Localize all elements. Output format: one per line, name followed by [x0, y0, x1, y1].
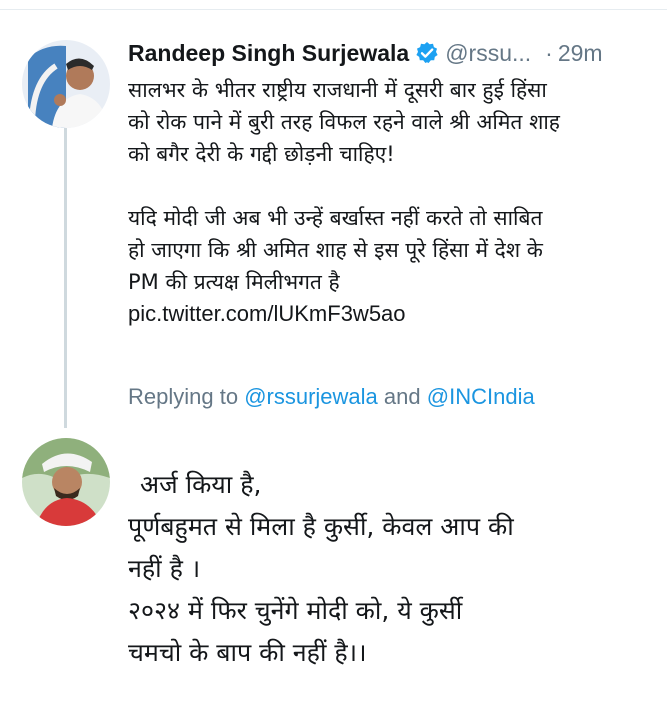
separator-dot: · [545, 39, 553, 66]
replying-prefix: Replying to [128, 384, 239, 409]
reply-body-line: अर्ज किया है, [140, 470, 262, 499]
thread-connector-line [64, 128, 67, 428]
top-divider [0, 0, 667, 10]
reply-body-line: पूर्णबहुमत से मिला है कुर्सी, केवल आप की [128, 512, 514, 541]
mention-link-incindia[interactable]: @INCIndia [427, 384, 535, 409]
reply-body-line: चमचो के बाप की नहीं है।। [128, 638, 367, 667]
tweet-body-line: यदि मोदी जी अब भी उन्हें बर्खास्त नहीं क… [128, 206, 543, 230]
original-tweet[interactable]: Randeep Singh Surjewala @rssu... · 29m स… [0, 10, 667, 430]
pic-link[interactable]: pic.twitter.com/lUKmF3w5ao [128, 298, 658, 330]
tweet-header: Randeep Singh Surjewala @rssu... · 29m [128, 38, 658, 68]
replying-conjunction: and [383, 384, 421, 409]
author-handle[interactable]: @rssu... [445, 40, 531, 67]
reply-tweet[interactable]: अर्ज किया है, पूर्णबहुमत से मिला है कुर्… [0, 430, 667, 720]
tweet-content: Randeep Singh Surjewala @rssu... · 29m स… [128, 38, 658, 330]
reply-body-line: २०२४ में फिर चुनेंगे मोदी को, ये कुर्सी [128, 596, 463, 625]
tweet-body-line: को बगैर देरी के गद्दी छोड़नी चाहिए! [128, 142, 395, 166]
tweet-body: सालभर के भीतर राष्ट्रीय राजधानी में दूसर… [128, 74, 658, 330]
replying-to-line: Replying to @rssurjewala and @INCIndia [128, 384, 535, 410]
reply-body: अर्ज किया है, पूर्णबहुमत से मिला है कुर्… [128, 464, 648, 674]
reply-author-avatar[interactable] [22, 438, 110, 526]
author-avatar[interactable] [22, 40, 110, 128]
tweet-body-line: सालभर के भीतर राष्ट्रीय राजधानी में दूसर… [128, 78, 547, 102]
mention-link-rssurjewala[interactable]: @rssurjewala [244, 384, 378, 409]
tweet-timestamp[interactable]: 29m [558, 40, 603, 67]
tweet-body-line: को रोक पाने में बुरी तरह विफल रहने वाले … [128, 110, 560, 134]
reply-body-line: नहीं है । [128, 554, 201, 583]
verified-badge-icon [415, 41, 439, 65]
author-name[interactable]: Randeep Singh Surjewala [128, 40, 409, 67]
tweet-body-line: PM की प्रत्यक्ष मिलीभगत है [128, 270, 340, 294]
tweet-body-line: हो जाएगा कि श्री अमित शाह से इस पूरे हिं… [128, 238, 543, 262]
